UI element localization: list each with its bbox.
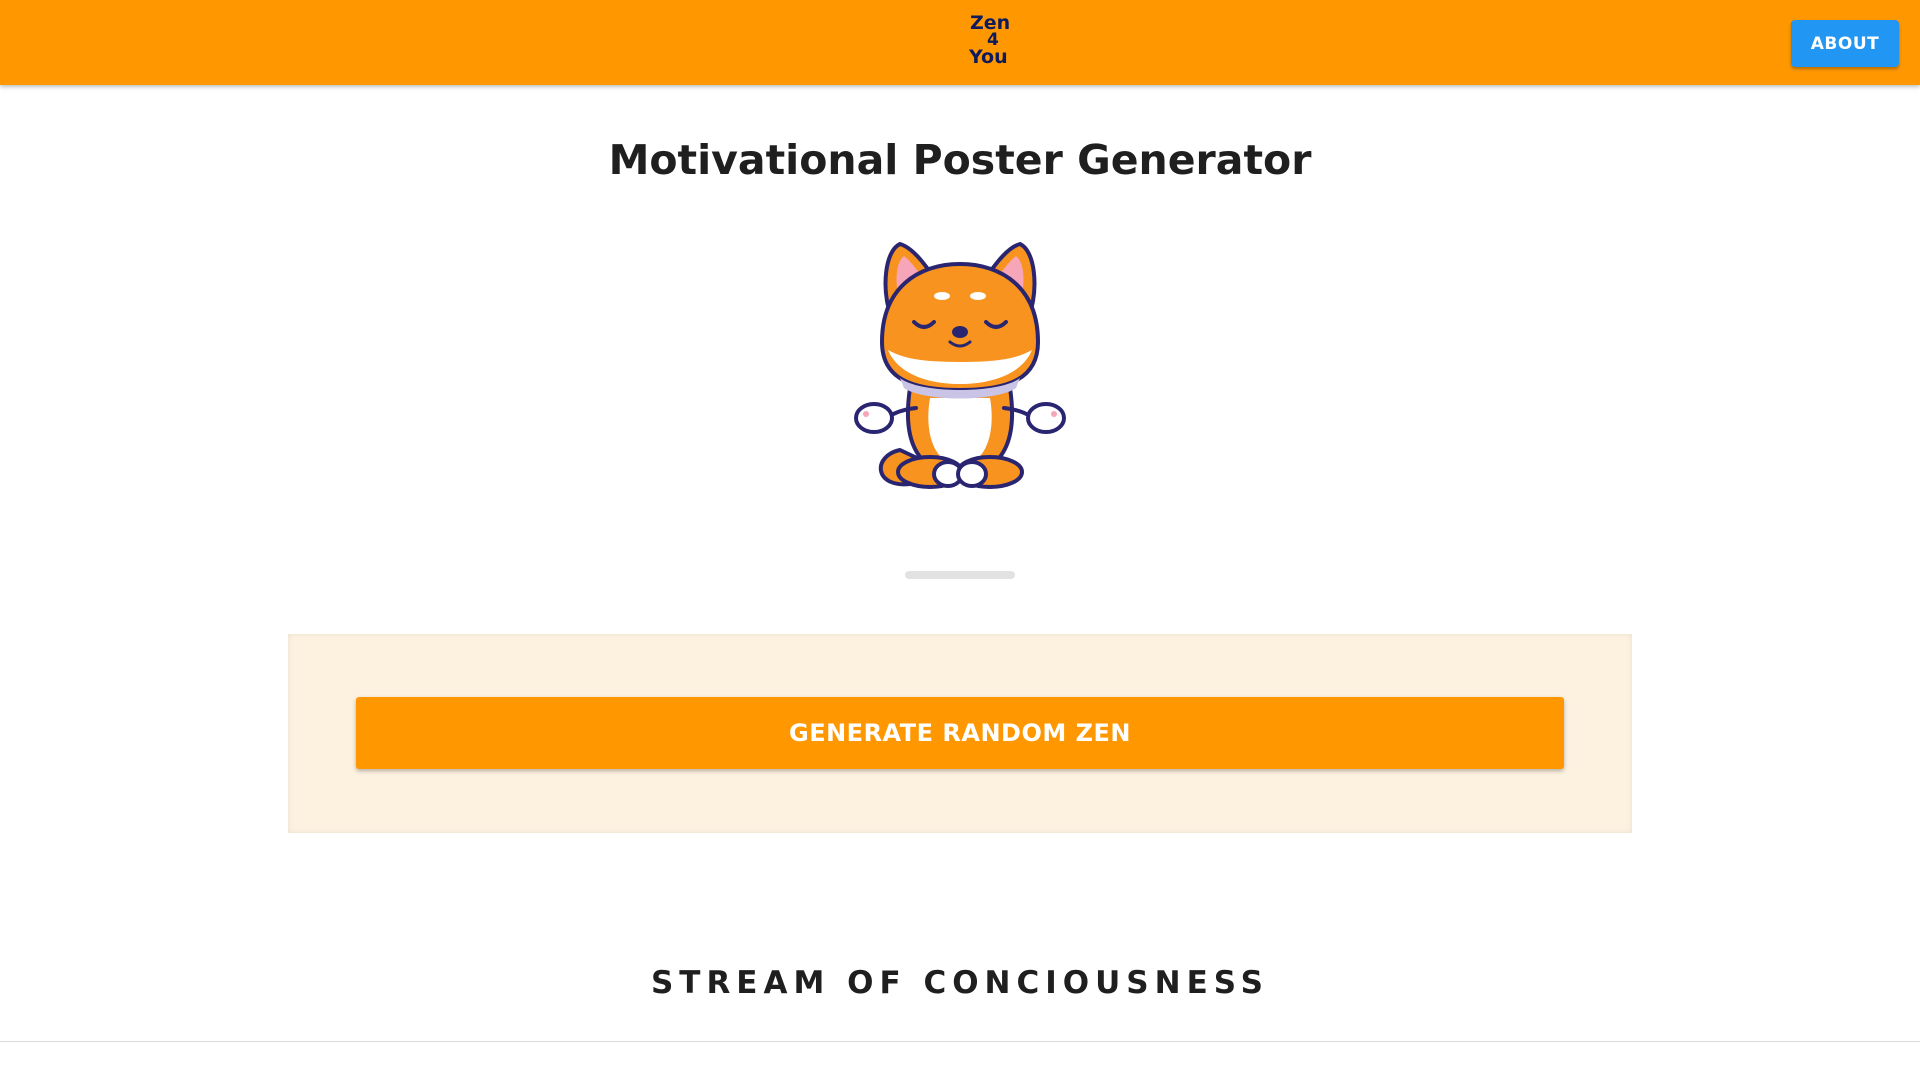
meditating-shiba-dog-icon: [850, 238, 1070, 490]
about-button[interactable]: ABOUT: [1791, 20, 1899, 67]
divider: [0, 1041, 1920, 1042]
generate-random-zen-button[interactable]: GENERATE RANDOM ZEN: [356, 697, 1564, 769]
generator-panel: GENERATE RANDOM ZEN: [288, 634, 1632, 833]
zen4you-logo[interactable]: Zen 4 You: [969, 14, 1019, 72]
app-bar: Zen 4 You ABOUT: [0, 0, 1920, 85]
logo-text-line-3: You: [969, 46, 1008, 68]
page-title: Motivational Poster Generator: [608, 136, 1312, 184]
stream-of-consciousness-heading: STREAM OF CONCIOUSNESS: [650, 965, 1270, 1001]
carousel-indicator[interactable]: [905, 571, 1015, 579]
